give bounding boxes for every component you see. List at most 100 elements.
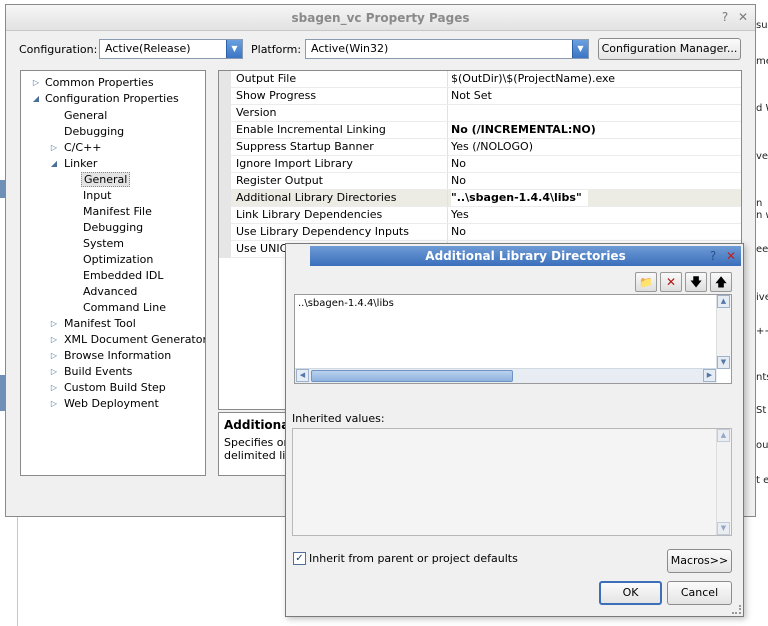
inherit-checkbox-label: Inherit from parent or project defaults <box>309 552 518 565</box>
expand-arrow-icon[interactable]: ▷ <box>49 396 59 412</box>
property-row-show-progress[interactable]: Show Progress Not Set <box>219 88 741 105</box>
tree-item-command-line[interactable]: Command Line <box>83 300 166 316</box>
tree-item-general[interactable]: General <box>64 108 107 124</box>
background-text: ver <box>756 151 768 162</box>
dialog-close-button[interactable]: ✕ <box>723 248 739 264</box>
background-text: d W <box>756 103 768 114</box>
property-row-version[interactable]: Version <box>219 105 741 122</box>
expand-arrow-icon[interactable]: ▷ <box>49 380 59 396</box>
expand-arrow-icon[interactable]: ▷ <box>31 75 41 91</box>
collapse-arrow-icon[interactable]: ◢ <box>31 91 41 107</box>
collapse-arrow-icon[interactable]: ◢ <box>49 156 59 172</box>
property-value: $(OutDir)\$(ProjectName).exe <box>451 72 615 85</box>
directory-list-vertical-scrollbar[interactable]: ▲ ▼ <box>716 295 731 369</box>
scroll-right-icon[interactable]: ▶ <box>703 369 716 382</box>
cancel-button[interactable]: Cancel <box>667 581 732 605</box>
platform-label: Platform: <box>251 43 302 56</box>
scroll-down-icon[interactable]: ▼ <box>717 522 730 535</box>
background-text: ou <box>756 440 768 451</box>
property-row-use-library-dependency-inputs[interactable]: Use Library Dependency Inputs No <box>219 224 741 241</box>
horizontal-scroll-thumb[interactable] <box>311 370 513 382</box>
delete-icon: ✕ <box>665 275 677 289</box>
chevron-down-icon[interactable]: ▼ <box>226 40 242 58</box>
property-value: "..\sbagen-1.4.4\libs" <box>451 190 588 206</box>
tree-item-label: Command Line <box>83 301 166 314</box>
move-down-button[interactable]: 🡇 <box>685 272 707 292</box>
new-folder-icon: 📁 <box>639 276 653 289</box>
arrow-up-icon: 🡅 <box>714 275 728 289</box>
move-up-button[interactable]: 🡅 <box>710 272 732 292</box>
background-text: ee <box>756 244 768 255</box>
directory-list-horizontal-scrollbar[interactable]: ◀ ▶ <box>295 368 717 383</box>
property-value: No <box>451 157 466 170</box>
background-text: n <box>756 198 763 209</box>
configuration-label: Configuration: <box>19 43 98 56</box>
tree-item-label: Linker <box>64 157 98 170</box>
directory-entry[interactable]: ..\sbagen-1.4.4\libs <box>298 298 394 309</box>
expand-arrow-icon[interactable]: ▷ <box>49 348 59 364</box>
property-name: Ignore Import Library <box>236 157 353 170</box>
tree-item-label: General <box>81 172 131 187</box>
property-row-register-output[interactable]: Register Output No <box>219 173 741 190</box>
property-row-ignore-import-library[interactable]: Ignore Import Library No <box>219 156 741 173</box>
tree-item-label: Build Events <box>64 365 133 378</box>
tree-item-debugging[interactable]: Debugging <box>64 124 124 140</box>
inherited-values-vertical-scrollbar[interactable]: ▲ ▼ <box>716 429 731 535</box>
background-text: ++ <box>756 326 768 337</box>
tree-item-advanced[interactable]: Advanced <box>83 284 137 300</box>
delete-button[interactable]: ✕ <box>660 272 682 292</box>
expand-arrow-icon[interactable]: ▷ <box>49 332 59 348</box>
configuration-combo[interactable]: Active(Release) ▼ <box>99 39 243 59</box>
tree-item-label: General <box>64 109 108 122</box>
inherit-checkbox[interactable]: ✓ <box>293 552 306 565</box>
close-button[interactable]: ✕ <box>735 9 751 25</box>
tree-item-optimization[interactable]: Optimization <box>83 252 153 268</box>
tree-item-manifest-file[interactable]: Manifest File <box>83 204 152 220</box>
directory-list[interactable]: ..\sbagen-1.4.4\libs ▲ ▼ ◀ ▶ <box>294 294 732 384</box>
property-name: Additional Library Directories <box>236 191 397 204</box>
window-title: sbagen_vc Property Pages <box>6 5 755 31</box>
tree-item-linker-debugging[interactable]: Debugging <box>83 220 143 236</box>
property-value: Yes (/NOLOGO) <box>451 140 534 153</box>
tree-item-input[interactable]: Input <box>83 188 111 204</box>
help-button[interactable]: ? <box>717 9 733 25</box>
expand-arrow-icon[interactable]: ▷ <box>49 364 59 380</box>
property-value: Not Set <box>451 89 492 102</box>
configuration-manager-button[interactable]: Configuration Manager... <box>598 38 741 60</box>
property-name: Link Library Dependencies <box>236 208 383 221</box>
property-name: Suppress Startup Banner <box>236 140 374 153</box>
background-text: St <box>756 405 767 416</box>
property-row-link-library-dependencies[interactable]: Link Library Dependencies Yes <box>219 207 741 224</box>
macros-button[interactable]: Macros>> <box>667 549 732 573</box>
configuration-value: Active(Release) <box>105 42 191 55</box>
resize-grip-icon[interactable] <box>732 605 741 614</box>
scroll-down-icon[interactable]: ▼ <box>717 356 730 369</box>
tree-item-label: Advanced <box>83 285 138 298</box>
property-value: Yes <box>451 208 469 221</box>
tree-item-label: Embedded IDL <box>83 269 164 282</box>
tree-item-linker-general[interactable]: General <box>81 172 131 188</box>
platform-value: Active(Win32) <box>311 42 389 55</box>
tree-item-label: Manifest Tool <box>64 317 136 330</box>
ok-button[interactable]: OK <box>599 581 662 605</box>
scroll-up-icon[interactable]: ▲ <box>717 429 730 442</box>
additional-library-directories-dialog: Additional Library Directories ? ✕ 📁 ✕ 🡇… <box>285 243 744 617</box>
property-row-output-file[interactable]: Output File $(OutDir)\$(ProjectName).exe <box>219 71 741 88</box>
scroll-up-icon[interactable]: ▲ <box>717 295 730 308</box>
property-row-additional-library-directories[interactable]: Additional Library Directories "..\sbagen… <box>219 190 741 207</box>
new-folder-button[interactable]: 📁 <box>635 272 657 292</box>
tree-item-label: Browse Information <box>64 349 172 362</box>
tree-item-label: XML Document Generator <box>64 333 206 346</box>
platform-combo[interactable]: Active(Win32) ▼ <box>305 39 589 59</box>
expand-arrow-icon[interactable]: ▷ <box>49 140 59 156</box>
tree-item-embedded-idl[interactable]: Embedded IDL <box>83 268 163 284</box>
tree-item-label: C/C++ <box>64 141 102 154</box>
property-tree[interactable]: ▷ Common Properties ◢ Configuration Proper… <box>20 70 206 476</box>
chevron-down-icon[interactable]: ▼ <box>572 40 588 58</box>
property-row-suppress-startup-banner[interactable]: Suppress Startup Banner Yes (/NOLOGO) <box>219 139 741 156</box>
scroll-left-icon[interactable]: ◀ <box>296 369 309 382</box>
dialog-help-button[interactable]: ? <box>705 248 721 264</box>
tree-item-system[interactable]: System <box>83 236 124 252</box>
expand-arrow-icon[interactable]: ▷ <box>49 316 59 332</box>
property-row-enable-incremental-linking[interactable]: Enable Incremental Linking No (/INCREMENT… <box>219 122 741 139</box>
